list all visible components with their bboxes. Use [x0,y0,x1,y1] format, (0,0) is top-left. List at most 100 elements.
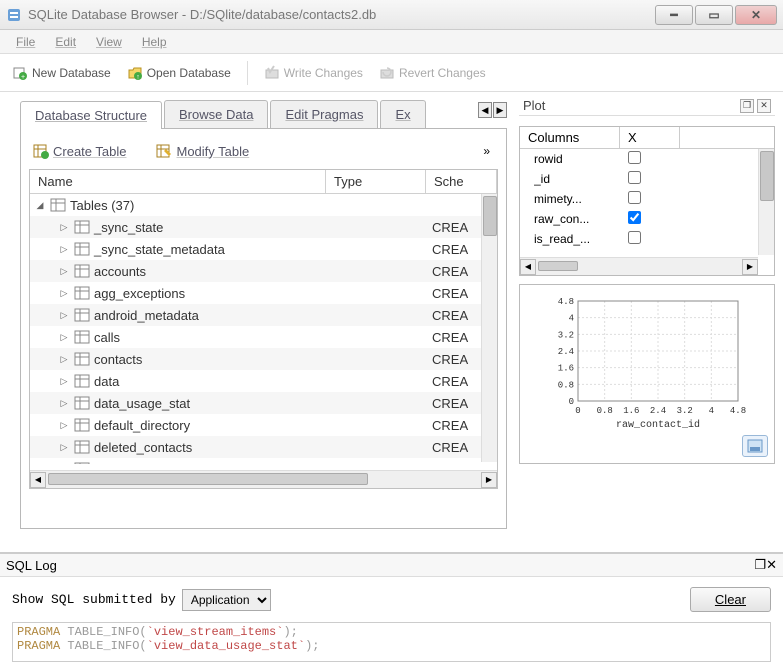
cols-hscroll-right[interactable]: ▶ [742,259,758,275]
svg-text:0.8: 0.8 [597,406,613,416]
column-x-checkbox[interactable] [628,171,641,184]
tree-row-table[interactable]: ▷contactsCREA [30,348,497,370]
svg-text:raw_contact_id: raw_contact_id [616,419,700,431]
tree-row-table[interactable]: ▷android_metadataCREA [30,304,497,326]
cols-header-x[interactable]: X [620,127,680,148]
sql-log-panel: SQL Log ❐ ✕ Show SQL submitted by Applic… [0,552,783,662]
tab-scroll-right[interactable]: ▶ [493,102,507,118]
expand-icon[interactable]: ▷ [58,420,70,431]
table-icon [74,374,90,388]
revert-changes-button[interactable]: Revert Changes [379,65,486,81]
menu-edit[interactable]: Edit [47,33,84,51]
cols-hscroll-left[interactable]: ◀ [520,259,536,275]
tree-row-table[interactable]: ▷agg_exceptionsCREA [30,282,497,304]
toolbar-separator [247,61,248,85]
create-table-button[interactable]: Create Table [33,143,126,159]
tree-header-schema[interactable]: Sche [426,170,497,193]
tree-row-table[interactable]: ▷dialer_searchCREA [30,458,497,464]
expand-icon[interactable]: ▷ [58,222,70,233]
svg-text:4.8: 4.8 [558,297,574,307]
cols-hscrollbar[interactable]: ◀ ▶ [520,257,758,275]
cols-header-columns[interactable]: Columns [520,127,620,148]
tree-header-type[interactable]: Type [326,170,426,193]
app-icon [6,7,22,23]
menu-help[interactable]: Help [134,33,175,51]
column-x-checkbox[interactable] [628,151,641,164]
write-changes-label: Write Changes [284,66,363,80]
plot-undock-button[interactable]: ❐ [740,99,754,113]
plot-svg: 00.81.62.43.244.800.81.62.43.244.8raw_co… [526,291,768,431]
sqllog-clear-button[interactable]: Clear [690,587,771,612]
modify-table-button[interactable]: Modify Table [156,143,249,159]
expand-icon[interactable]: ▷ [58,354,70,365]
column-row[interactable]: mimety... [520,189,774,209]
table-icon [74,308,90,322]
close-button[interactable]: ✕ [735,5,777,25]
column-row[interactable]: _id [520,169,774,189]
svg-text:1.6: 1.6 [623,406,639,416]
tree-root-tables[interactable]: ◢Tables (37) [30,194,497,216]
window-title: SQLite Database Browser - D:/SQlite/data… [28,7,655,22]
expand-icon[interactable]: ▷ [58,398,70,409]
column-row[interactable]: raw_con... [520,209,774,229]
plot-close-button[interactable]: ✕ [757,99,771,113]
maximize-button[interactable]: ▭ [695,5,733,25]
hscroll-left[interactable]: ◀ [30,472,46,488]
expand-icon[interactable]: ▷ [58,310,70,321]
sqllog-text[interactable]: PRAGMA TABLE_INFO(`view_stream_items`);P… [12,622,771,662]
column-row[interactable]: rowid [520,149,774,169]
new-database-button[interactable]: + New Database [12,65,111,81]
tree-row-table[interactable]: ▷callsCREA [30,326,497,348]
tab-database-structure[interactable]: Database Structure [20,101,162,129]
sqllog-close-button[interactable]: ✕ [766,557,777,573]
toolbar-overflow[interactable]: » [483,144,490,158]
expand-icon[interactable]: ▷ [58,464,70,465]
expand-icon[interactable]: ▷ [58,376,70,387]
tree-header-name[interactable]: Name [30,170,326,193]
open-database-button[interactable]: ↑ Open Database [127,65,231,81]
write-changes-button[interactable]: Write Changes [264,65,363,81]
tree-vscrollbar[interactable] [481,194,497,462]
collapse-icon[interactable]: ◢ [34,200,46,211]
expand-icon[interactable]: ▷ [58,266,70,277]
tab-browse-data[interactable]: Browse Data [164,100,268,128]
new-db-icon: + [12,65,28,81]
svg-text:↑: ↑ [136,74,140,81]
tab-truncated[interactable]: Ex [380,100,425,128]
cols-vscrollbar[interactable] [758,149,774,255]
tree-row-table[interactable]: ▷deleted_contactsCREA [30,436,497,458]
menu-file[interactable]: File [8,33,43,51]
tab-edit-pragmas[interactable]: Edit Pragmas [270,100,378,128]
plot-columns-box: Columns X rowid_idmimety...raw_con...is_… [519,126,775,276]
tab-scroll-left[interactable]: ◀ [478,102,492,118]
column-x-checkbox[interactable] [628,211,641,224]
modify-table-label: Modify Table [176,144,249,159]
column-x-checkbox[interactable] [628,231,641,244]
sqllog-filter-select[interactable]: Application [182,589,271,611]
revert-icon [379,65,395,81]
table-group-icon [50,198,66,212]
sqllog-undock-button[interactable]: ❐ [754,557,766,573]
tree-row-table[interactable]: ▷data_usage_statCREA [30,392,497,414]
tree-row-table[interactable]: ▷dataCREA [30,370,497,392]
svg-text:3.2: 3.2 [677,406,693,416]
plot-save-button[interactable] [742,435,768,457]
tree-row-table[interactable]: ▷accountsCREA [30,260,497,282]
menu-view[interactable]: View [88,33,130,51]
hscroll-right[interactable]: ▶ [481,472,497,488]
tree-row-table[interactable]: ▷_sync_state_metadataCREA [30,238,497,260]
expand-icon[interactable]: ▷ [58,244,70,255]
svg-text:2.4: 2.4 [558,347,574,357]
expand-icon[interactable]: ▷ [58,288,70,299]
column-row[interactable]: is_read_... [520,229,774,249]
tree-hscrollbar[interactable]: ◀ ▶ [30,470,497,488]
tree-row-table[interactable]: ▷default_directoryCREA [30,414,497,436]
table-icon [74,462,90,464]
column-x-checkbox[interactable] [628,191,641,204]
minimize-button[interactable]: ━ [655,5,693,25]
expand-icon[interactable]: ▷ [58,332,70,343]
svg-text:+: + [21,74,25,81]
svg-text:4: 4 [569,314,574,324]
tree-row-table[interactable]: ▷_sync_stateCREA [30,216,497,238]
expand-icon[interactable]: ▷ [58,442,70,453]
